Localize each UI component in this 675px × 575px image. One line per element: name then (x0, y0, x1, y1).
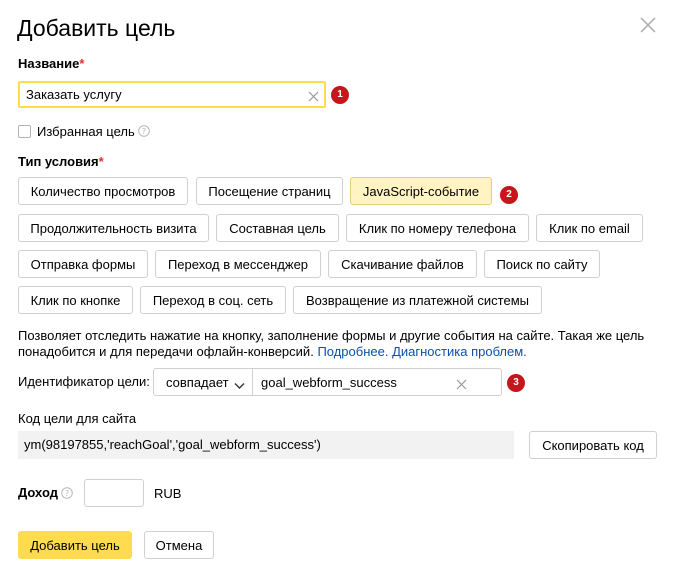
type-messenger-button[interactable]: Переход в мессенджер (155, 250, 321, 278)
favorite-row: Избранная цель ? (18, 123, 150, 139)
name-label: Название* (18, 56, 84, 72)
close-icon[interactable] (638, 15, 658, 35)
currency-label: RUB (154, 486, 182, 501)
goal-id-field (252, 368, 502, 396)
type-composite-button[interactable]: Составная цель (216, 214, 339, 242)
type-email-click-button[interactable]: Клик по email (536, 214, 643, 242)
type-duration-button[interactable]: Продолжительность визита (18, 214, 209, 242)
add-goal-button[interactable]: Добавить цель (18, 531, 132, 559)
code-label: Код цели для сайта (18, 411, 137, 426)
diagnostics-link[interactable]: Диагностика проблем. (392, 344, 527, 359)
type-form-submit-button[interactable]: Отправка формы (18, 250, 148, 278)
income-input[interactable] (84, 479, 144, 507)
dialog-title: Добавить цель (17, 15, 176, 41)
question-circle-icon[interactable]: ? (137, 125, 150, 137)
add-goal-dialog: Добавить цель Название* 1 Избранная цель… (0, 0, 675, 575)
name-field (18, 81, 326, 108)
required-mark: * (98, 154, 104, 169)
goal-code-snippet: ym(98197855,'reachGoal','goal_webform_su… (18, 431, 514, 459)
svg-text:?: ? (65, 489, 69, 498)
chevron-down-icon (234, 378, 245, 389)
type-phone-click-button[interactable]: Клик по номеру телефона (346, 214, 529, 242)
type-page-visit-button[interactable]: Посещение страниц (196, 177, 343, 205)
copy-code-button[interactable]: Скопировать код (529, 431, 657, 459)
type-download-button[interactable]: Скачивание файлов (328, 250, 477, 278)
type-views-button[interactable]: Количество просмотров (18, 177, 188, 205)
type-js-event-button[interactable]: JavaScript-событие (350, 177, 492, 205)
more-link[interactable]: Подробнее. (317, 344, 388, 359)
income-label: Доход ? (18, 485, 73, 501)
name-input[interactable] (20, 83, 290, 106)
match-select[interactable]: совпадает (153, 368, 253, 396)
clear-icon[interactable] (456, 377, 467, 390)
cancel-button[interactable]: Отмена (144, 531, 214, 559)
favorite-checkbox[interactable] (18, 124, 31, 138)
income-label-text: Доход (18, 485, 58, 500)
identifier-label: Идентификатор цели: (18, 374, 150, 389)
required-mark: * (79, 56, 85, 71)
goal-id-input[interactable] (253, 369, 468, 395)
condition-description: Позволяет отследить нажатие на кнопку, з… (18, 328, 658, 360)
clear-icon[interactable] (308, 89, 319, 102)
name-label-text: Название (18, 56, 80, 71)
type-button-click-button[interactable]: Клик по кнопке (18, 286, 133, 314)
step-badge-1: 1 (331, 86, 349, 104)
condition-label-text: Тип условия (18, 154, 99, 169)
condition-label: Тип условия* (18, 154, 104, 170)
favorite-label: Избранная цель (37, 123, 135, 139)
svg-text:?: ? (142, 127, 146, 136)
step-badge-3: 3 (507, 374, 525, 392)
type-social-button[interactable]: Переход в соц. сеть (140, 286, 286, 314)
step-badge-2: 2 (500, 186, 518, 204)
question-circle-icon[interactable]: ? (61, 487, 73, 499)
match-select-value: совпадает (166, 374, 229, 390)
type-site-search-button[interactable]: Поиск по сайту (484, 250, 600, 278)
type-payment-return-button[interactable]: Возвращение из платежной системы (293, 286, 542, 314)
